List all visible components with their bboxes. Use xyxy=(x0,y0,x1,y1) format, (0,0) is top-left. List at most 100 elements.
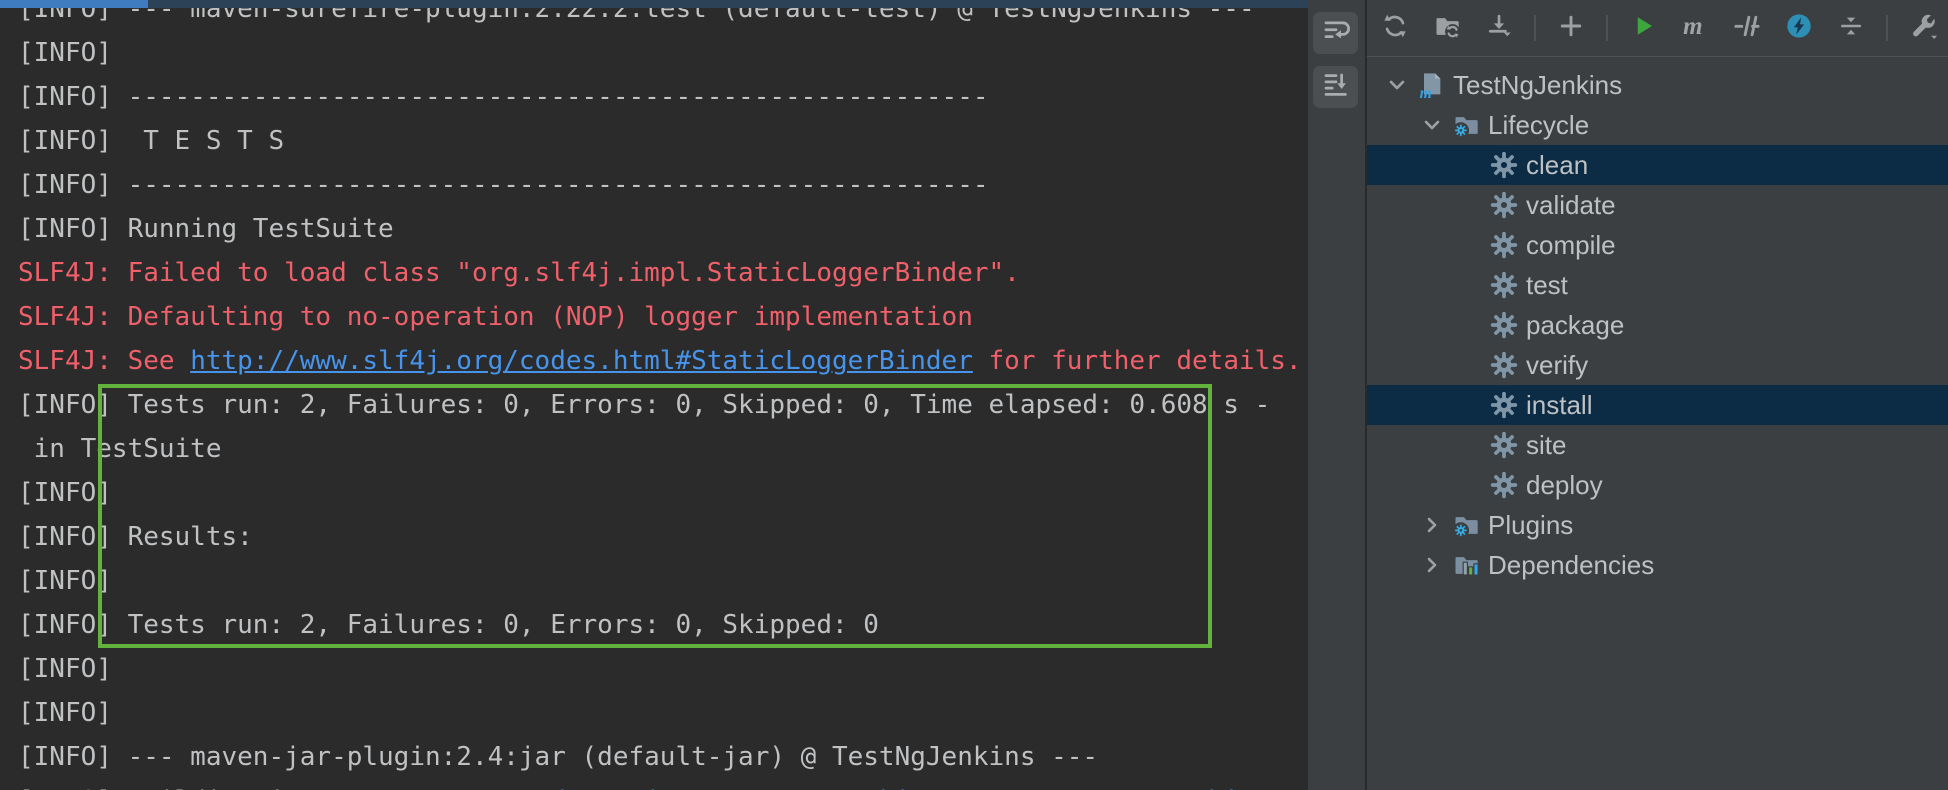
folder-sync-icon xyxy=(1433,12,1461,45)
skip-tests-icon xyxy=(1733,12,1761,45)
execute-maven-goal-button[interactable]: m xyxy=(1678,11,1712,45)
console-text: SLF4J: See xyxy=(18,346,191,376)
console-line: [INFO] xyxy=(18,691,1308,735)
toolbar-separator xyxy=(1606,15,1608,41)
soft-wrap-icon xyxy=(1321,16,1351,51)
console-top-scroll-bar[interactable] xyxy=(0,0,1365,8)
tree-item-validate[interactable]: validate xyxy=(1367,185,1948,225)
reimport-maven-projects-button[interactable] xyxy=(1378,11,1412,45)
console-text: for further details. xyxy=(972,346,1302,376)
refresh-icon xyxy=(1381,12,1409,45)
toolbar-separator xyxy=(1534,15,1536,41)
gear-icon xyxy=(1490,431,1518,459)
tree-item-site[interactable]: site xyxy=(1367,425,1948,465)
tree-item-label: compile xyxy=(1526,229,1616,260)
console-text: [INFO] xyxy=(18,654,112,684)
gear-icon xyxy=(1490,351,1518,379)
tree-item-package[interactable]: package xyxy=(1367,305,1948,345)
collapse-all-button[interactable] xyxy=(1834,11,1868,45)
console-text: [INFO] T E S T S xyxy=(18,126,285,156)
console-line: [INFO] xyxy=(18,647,1308,691)
tree-item-label: Dependencies xyxy=(1488,549,1655,580)
gear-icon xyxy=(1490,151,1518,179)
console-text: [INFO] Building jar: xyxy=(18,786,347,790)
tree-item-verify[interactable]: verify xyxy=(1367,345,1948,385)
console-line: [INFO] xyxy=(18,31,1308,75)
console-line: SLF4J: Defaulting to no-operation (NOP) … xyxy=(18,295,1308,339)
play-icon xyxy=(1629,12,1657,45)
collapse-all-icon xyxy=(1837,12,1865,45)
tree-item-deploy[interactable]: deploy xyxy=(1367,465,1948,505)
tree-item-testngjenkins[interactable]: m TestNgJenkins xyxy=(1367,65,1948,105)
gear-icon xyxy=(1490,271,1518,299)
scroll-to-end-icon xyxy=(1321,70,1351,105)
chevron-down-icon[interactable] xyxy=(1418,111,1446,139)
chevron-right-icon[interactable] xyxy=(1418,551,1446,579)
download-sources-button[interactable] xyxy=(1482,11,1516,45)
gear-icon xyxy=(1490,391,1518,419)
gear-icon xyxy=(1490,231,1518,259)
console-line: [INFO] --- maven-jar-plugin:2.4:jar (def… xyxy=(18,735,1308,779)
chevron-right-icon[interactable] xyxy=(1418,511,1446,539)
soft-wrap-button[interactable] xyxy=(1313,12,1358,54)
folder-gear-icon xyxy=(1452,511,1480,539)
tree-item-test[interactable]: test xyxy=(1367,265,1948,305)
tree-item-plugins[interactable]: Plugins xyxy=(1367,505,1948,545)
scroll-thumb[interactable] xyxy=(0,0,148,8)
plus-icon xyxy=(1557,12,1585,45)
gear-icon xyxy=(1490,311,1518,339)
console-gutter-toolbar xyxy=(1308,0,1365,790)
console-text: SLF4J: Failed to load class "org.slf4j.i… xyxy=(18,258,1020,288)
console-line: [INFO] ---------------------------------… xyxy=(18,163,1308,207)
folder-chart-icon xyxy=(1452,551,1480,579)
run-maven-build-button[interactable] xyxy=(1626,11,1660,45)
console-hyperlink[interactable]: /Users/user/IdeaProjects/TestNgJenkins/t… xyxy=(347,786,1308,790)
test-results-highlight-box xyxy=(98,384,1212,648)
tree-item-label: Plugins xyxy=(1488,509,1574,540)
console-text: SLF4J: Defaulting to no-operation (NOP) … xyxy=(18,302,973,332)
svg-text:m: m xyxy=(1420,85,1432,99)
add-maven-project-button[interactable] xyxy=(1554,11,1588,45)
console-text: [INFO] ---------------------------------… xyxy=(18,82,989,112)
wrench-icon xyxy=(1908,11,1938,46)
tree-item-compile[interactable]: compile xyxy=(1367,225,1948,265)
maven-tool-window: m m TestNgJenkins Lifecycle clean validate co… xyxy=(1365,0,1948,790)
console-line: SLF4J: Failed to load class "org.slf4j.i… xyxy=(18,251,1308,295)
tree-item-label: TestNgJenkins xyxy=(1453,69,1623,100)
console-line: [INFO] Running TestSuite xyxy=(18,207,1308,251)
console-text: [INFO] --- maven-jar-plugin:2.4:jar (def… xyxy=(18,742,1099,772)
console-text: [INFO] Running TestSuite xyxy=(18,214,394,244)
tree-item-label: site xyxy=(1526,429,1567,460)
console-text: [INFO] xyxy=(18,38,112,68)
console-line: [INFO] T E S T S xyxy=(18,119,1308,163)
tree-item-label: validate xyxy=(1526,189,1616,220)
maven-toolbar: m xyxy=(1367,0,1948,57)
toggle-offline-mode-button[interactable] xyxy=(1782,11,1816,45)
tree-item-install[interactable]: install xyxy=(1367,385,1948,425)
tree-item-label: verify xyxy=(1526,349,1589,380)
tree-item-label: clean xyxy=(1526,149,1589,180)
tree-item-label: install xyxy=(1526,389,1593,420)
console-line: [INFO] Building jar: /Users/user/IdeaPro… xyxy=(18,779,1308,790)
console-text: [INFO] xyxy=(18,698,112,728)
maven-goal-icon: m xyxy=(1680,11,1710,46)
tree-item-clean[interactable]: clean xyxy=(1367,145,1948,185)
tree-item-label: package xyxy=(1526,309,1625,340)
svg-text:m: m xyxy=(1683,13,1702,40)
maven-project-icon: m xyxy=(1417,71,1445,99)
toggle-skip-tests-button[interactable] xyxy=(1730,11,1764,45)
download-icon xyxy=(1485,12,1513,45)
ide-window: { "colors": { "console_bg": "#2b2b2b", "… xyxy=(0,0,1948,790)
toolbar-separator xyxy=(1886,15,1888,41)
maven-settings-button[interactable] xyxy=(1906,11,1940,45)
tree-item-lifecycle[interactable]: Lifecycle xyxy=(1367,105,1948,145)
gear-icon xyxy=(1490,191,1518,219)
generate-sources-button[interactable] xyxy=(1430,11,1464,45)
console-line: SLF4J: See http://www.slf4j.org/codes.ht… xyxy=(18,339,1308,383)
gear-icon xyxy=(1490,471,1518,499)
console-line: [INFO] ---------------------------------… xyxy=(18,75,1308,119)
console-hyperlink[interactable]: http://www.slf4j.org/codes.html#StaticLo… xyxy=(190,346,973,376)
chevron-down-icon[interactable] xyxy=(1383,71,1411,99)
scroll-to-end-button[interactable] xyxy=(1313,66,1358,108)
tree-item-dependencies[interactable]: Dependencies xyxy=(1367,545,1948,585)
